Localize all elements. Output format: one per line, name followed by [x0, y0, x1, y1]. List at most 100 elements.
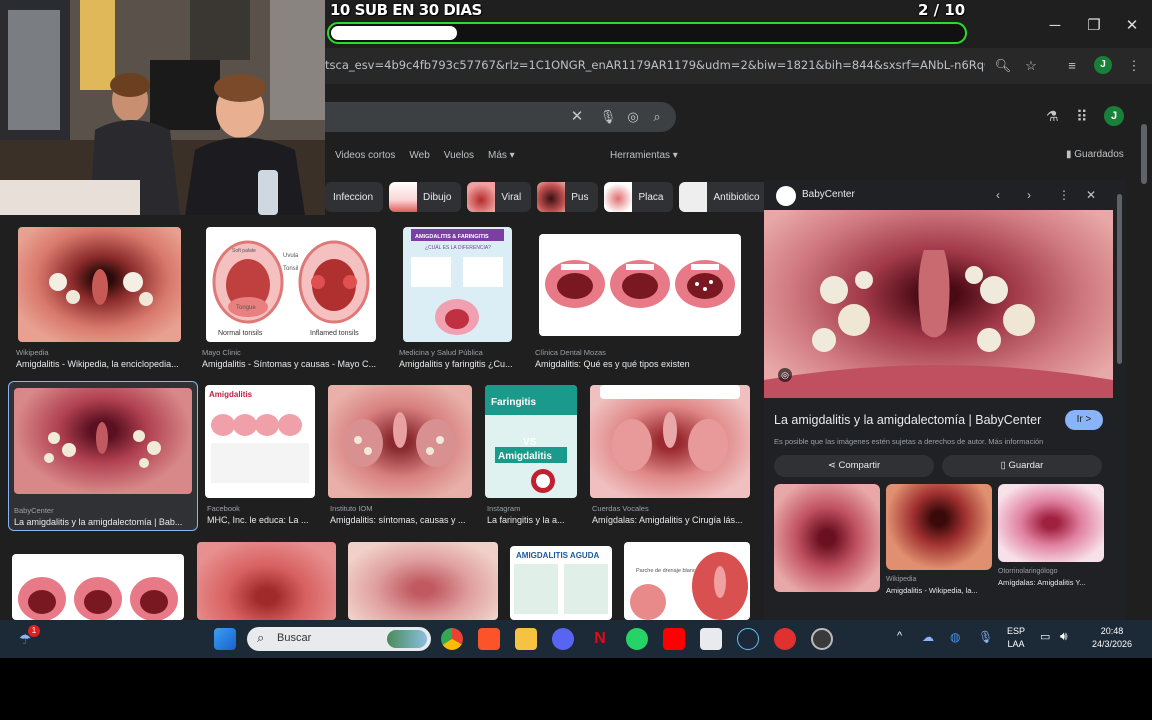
close-panel-icon[interactable]: ✕ [1086, 188, 1096, 202]
chevron-up-icon[interactable]: ^ [897, 630, 902, 642]
taskbar-search[interactable]: ⌕ Buscar [247, 627, 431, 651]
panel-title[interactable]: La amigdalitis y la amigdalectomía | Bab… [774, 413, 1041, 427]
result-source: Mayo Clinic [202, 348, 241, 357]
chip-placa[interactable]: Placa [604, 182, 674, 212]
close-window-button[interactable]: ✕ [1120, 14, 1144, 38]
result-title[interactable]: Amigdalitis - Wikipedia, la enciclopedia… [16, 359, 182, 369]
infographic-vs: VS [523, 437, 537, 448]
zoom-icon[interactable]: 🔍︎ [993, 56, 1013, 76]
related-image[interactable] [886, 484, 992, 570]
webcam-overlay [0, 0, 325, 215]
save-button[interactable]: ▯ Guardar [942, 455, 1102, 477]
netflix-icon[interactable]: N [589, 628, 611, 650]
google-account-avatar[interactable]: J [1104, 106, 1124, 126]
tools-button[interactable]: Herramientas ▾ [610, 150, 678, 161]
windows-start-icon[interactable] [214, 628, 236, 650]
bookmark-star-icon[interactable]: ☆ [1021, 56, 1041, 76]
edge-icon[interactable]: ◍ [950, 630, 960, 644]
media-control-icon[interactable]: ≡ [1062, 56, 1082, 76]
copyright-notice: Es posible que las imágenes estén sujeta… [774, 437, 1044, 446]
more-options-icon[interactable]: ⋮ [1058, 188, 1070, 202]
app-icon[interactable] [774, 628, 796, 650]
page-scrollbar[interactable] [1141, 124, 1147, 184]
related-title[interactable]: Amígdalas: Amigdalitis Y... [998, 578, 1104, 587]
lens-icon[interactable]: ◎ [778, 368, 792, 382]
related-title[interactable]: Amigdalitis - Wikipedia, la... [886, 586, 992, 595]
browser-menu-icon[interactable]: ⋮ [1124, 56, 1144, 76]
chip-antibiotico[interactable]: Antibiotico [679, 182, 770, 212]
tab-videos-cortos[interactable]: Videos cortos [335, 150, 395, 166]
preview-image[interactable]: ◎ [764, 210, 1113, 398]
infographic-title: AMIGDALITIS AGUDA [516, 551, 599, 560]
result-thumbnail: Uvula Tonsil Soft palate Tongue Normal t… [206, 227, 376, 342]
capcut-icon[interactable] [700, 628, 722, 650]
file-explorer-icon[interactable] [515, 628, 537, 650]
result-title[interactable]: Amígdalas: Amigdalitis y Cirugía lás... [592, 515, 750, 525]
lens-search-icon[interactable]: ◎ [624, 108, 642, 126]
chip-thumb [537, 182, 566, 212]
search-input[interactable]: ✕ 🎙︎ ◎ ⌕ [310, 102, 676, 132]
result-thumbnail: AMIGDALITIS & FARINGITIS ¿CUÁL ES LA DIF… [403, 227, 512, 342]
related-image[interactable] [774, 484, 880, 592]
infographic: AMIGDALITIS AGUDA [514, 551, 608, 614]
panel-site-name[interactable]: BabyCenter [802, 189, 855, 200]
volume-icon[interactable]: 🔊︎ [1060, 629, 1068, 644]
youtube-icon[interactable] [663, 628, 685, 650]
brave-icon[interactable] [478, 628, 500, 650]
next-image-icon[interactable]: › [1027, 188, 1031, 202]
google-apps-icon[interactable]: ⠿ [1076, 107, 1088, 127]
throat-photo [343, 412, 456, 467]
result-title[interactable]: MHC, Inc. le educa: La ... [207, 515, 317, 525]
prev-image-icon[interactable]: ‹ [996, 188, 1000, 202]
chip-pus[interactable]: Pus [537, 182, 599, 212]
tab-more[interactable]: Más ▾ [488, 150, 515, 166]
voice-search-icon[interactable]: 🎙︎ [599, 108, 617, 126]
result-title[interactable]: La faringitis y la a... [487, 515, 581, 525]
steam-icon[interactable] [737, 628, 759, 650]
panel-scrollbar[interactable] [1117, 194, 1122, 364]
throat-photo [764, 250, 1113, 398]
result-title[interactable]: La amigdalitis y la amigdalectomía | Bab… [14, 517, 190, 527]
chip-infeccion[interactable]: Infeccion [325, 182, 384, 212]
result-title[interactable]: Amigdalitis: Qué es y qué tipos existen [535, 359, 745, 369]
chip-thumb [389, 182, 418, 212]
visit-button[interactable]: Ir > [1065, 410, 1103, 430]
related-source: Otorrinolaringólogo [998, 568, 1058, 575]
share-button[interactable]: ⋖ Compartir [774, 455, 934, 477]
result-source: Medicina y Salud Pública [399, 348, 483, 357]
whatsapp-icon[interactable] [626, 628, 648, 650]
network-icon[interactable]: ▭ [1040, 630, 1050, 643]
search-highlight-icon [387, 630, 427, 648]
chip-thumb [604, 182, 633, 212]
keyboard-layout-label[interactable]: LAA [1004, 639, 1028, 649]
result-title[interactable]: Amigdalitis - Síntomas y causas - Mayo C… [202, 359, 382, 369]
infographic: Faringitis VS Amigdalitis [485, 385, 577, 493]
obs-icon[interactable] [811, 628, 833, 650]
labs-flask-icon[interactable]: ⚗ [1046, 108, 1059, 125]
tab-web[interactable]: Web [409, 150, 429, 166]
result-title[interactable]: Amigdalitis: síntomas, causas y ... [330, 515, 480, 525]
browser-profile-avatar[interactable]: J [1094, 56, 1112, 74]
saved-button[interactable]: ▮ Guardados [1066, 149, 1124, 160]
discord-icon[interactable] [552, 628, 574, 650]
mic-icon[interactable]: 🎙︎ [978, 630, 993, 644]
result-source: Cuerdas Vocales [592, 504, 649, 513]
chrome-icon[interactable] [441, 628, 463, 650]
result-thumbnail [18, 227, 181, 342]
clock-time[interactable]: 20:48 [1084, 626, 1140, 636]
minimize-button[interactable]: ─ [1043, 14, 1067, 38]
chip-dibujo[interactable]: Dibujo [389, 182, 462, 212]
clear-search-icon[interactable]: ✕ [568, 108, 586, 126]
maximize-button[interactable]: ❐ [1082, 14, 1106, 38]
cloud-icon[interactable]: ☁ [922, 630, 934, 644]
url-field[interactable]: tsca_esv=4b9c4fb793c57767&rlz=1C1ONGR_en… [325, 58, 985, 72]
clock-date[interactable]: 24/3/2026 [1084, 639, 1140, 649]
tab-vuelos[interactable]: Vuelos [444, 150, 474, 166]
result-thumbnail [12, 554, 184, 620]
chip-viral[interactable]: Viral [467, 182, 532, 212]
search-icon[interactable]: ⌕ [648, 108, 666, 126]
language-label[interactable]: ESP [1004, 626, 1028, 636]
result-thumbnail [539, 234, 741, 336]
result-title[interactable]: Amigdalitis y faringitis ¿Cu... [399, 359, 515, 369]
related-image[interactable] [998, 484, 1104, 562]
